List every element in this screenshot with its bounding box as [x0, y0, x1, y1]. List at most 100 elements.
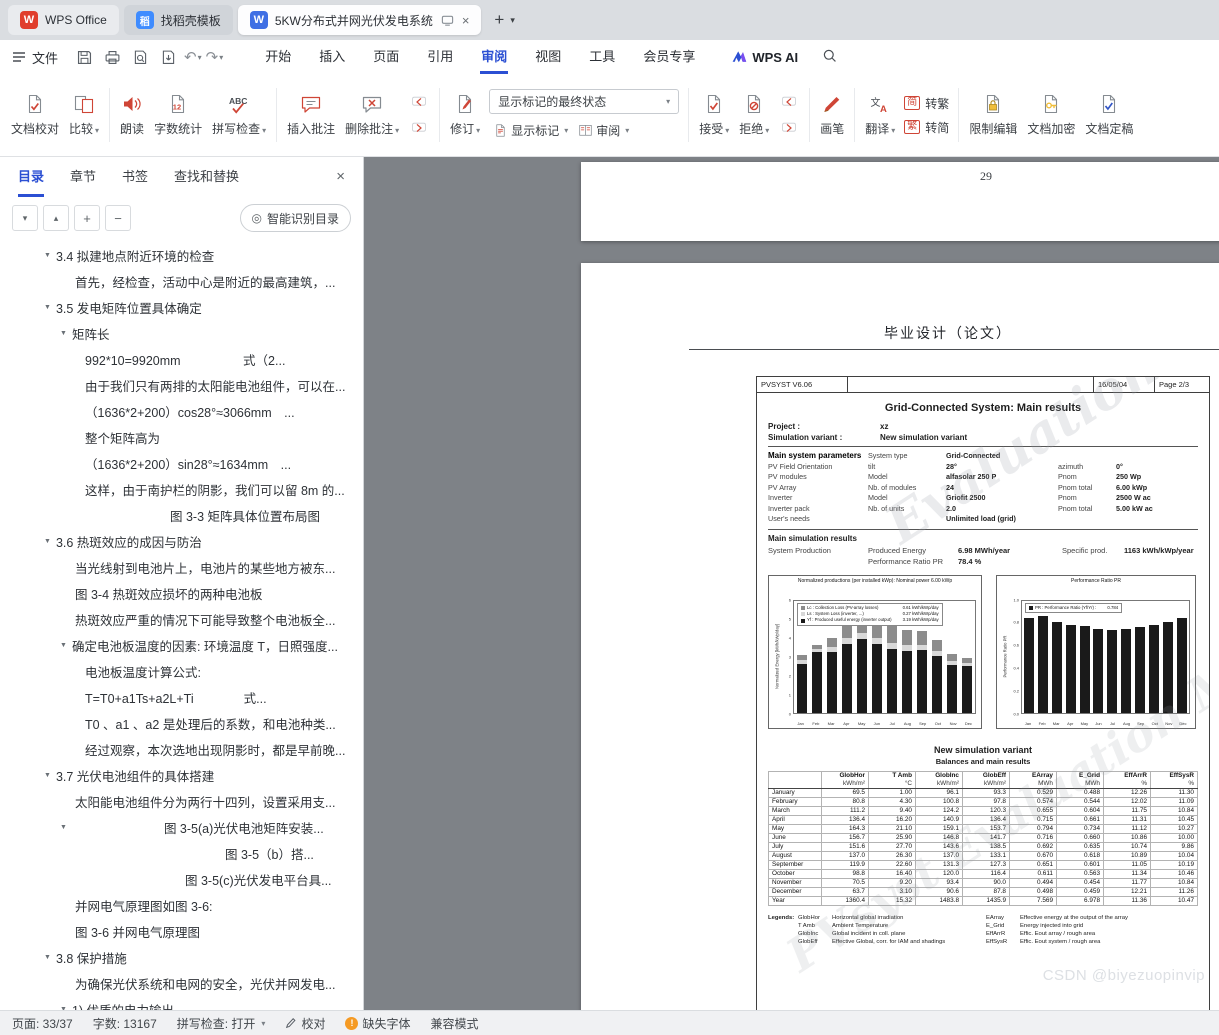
file-menu-button[interactable]: 文件 [12, 48, 58, 67]
toc-item[interactable]: 热斑效应严重的情况下可能导致整个电池板全... [0, 606, 363, 632]
status-compat-mode[interactable]: 兼容模式 [430, 1015, 478, 1032]
menu-tab-工具[interactable]: 工具 [575, 40, 629, 74]
toc-item[interactable]: 图 3-3 矩阵具体位置布局图 [0, 502, 363, 528]
ribbon-button-比较[interactable]: 比较 ▾ [64, 80, 104, 150]
ribbon-button-显示标记[interactable]: 显示标记 ▾ [489, 120, 572, 141]
close-pane-icon[interactable]: × [336, 157, 345, 197]
previous-item-button[interactable] [407, 93, 431, 111]
ribbon-button-转繁[interactable]: 简转繁 [904, 95, 949, 112]
document-page[interactable]: 毕业设计（论文） PVSYST V6.06 16/05/04 Page 2/3 … [581, 263, 1219, 1010]
ribbon-button-删除批注[interactable]: 删除批注 ▾ [340, 80, 404, 150]
print-button[interactable] [99, 45, 125, 69]
ribbon-button-翻译[interactable]: 文 A 翻译 ▾ [860, 80, 900, 150]
document-canvas[interactable]: 29 毕业设计（论文） PVSYST V6.06 16/05/04 Page 2… [364, 157, 1219, 1010]
tab-document[interactable]: W 5KW分布式并网光伏发电系统 × [237, 5, 482, 35]
redo-chevron-icon[interactable]: ▾ [219, 53, 223, 62]
expand-triangle-icon[interactable]: ▼ [44, 772, 51, 779]
toc-item[interactable]: 图 3-5(c)光伏发电平台具... [0, 866, 363, 892]
sidebar-tab-查找和替换[interactable]: 查找和替换 [174, 157, 239, 197]
toc-zoom-out-button[interactable]: − [105, 205, 131, 231]
toc-item[interactable]: 太阳能电池组件分为两行十四列，设置采用支... [0, 788, 363, 814]
status-proofread[interactable]: 校对 [285, 1015, 325, 1032]
markup-state-select[interactable]: 显示标记的最终状态 ▾ [489, 89, 680, 114]
toc-item[interactable]: ▼1) 优质的电力输出 [0, 996, 363, 1011]
undo-button[interactable]: ↶ ▾ [184, 48, 202, 66]
ribbon-button-插入批注[interactable]: 插入批注 [282, 80, 340, 150]
status-page-indicator[interactable]: 页面: 33/37 [12, 1015, 73, 1032]
toc-item[interactable]: 由于我们只有两排的太阳能电池组件，可以在... [0, 372, 363, 398]
sidebar-tab-目录[interactable]: 目录 [18, 157, 45, 197]
tab-docer-templates[interactable]: 稻 找稻壳模板 [123, 5, 233, 35]
status-word-count[interactable]: 字数: 13167 [93, 1015, 157, 1032]
toc-item[interactable]: 为确保光伏系统和电网的安全，光伏并网发电... [0, 970, 363, 996]
toc-zoom-in-button[interactable]: + [74, 205, 100, 231]
ribbon-button-朗读[interactable]: 朗读 [115, 80, 149, 150]
expand-triangle-icon[interactable]: ▼ [60, 330, 67, 337]
toc-item[interactable]: 图 3-5（b）搭... [0, 840, 363, 866]
ribbon-button-拒绝[interactable]: 拒绝 ▾ [734, 80, 774, 150]
toc-expand-all-button[interactable]: ▴ [43, 205, 69, 231]
ribbon-button-拼写检查[interactable]: ABC 拼写检查 ▾ [207, 80, 271, 150]
ribbon-button-限制编辑[interactable]: 限制编辑 [964, 80, 1022, 150]
toc-item[interactable]: 电池板温度计算公式: [0, 658, 363, 684]
save-button[interactable] [71, 45, 97, 69]
menu-tab-页面[interactable]: 页面 [359, 40, 413, 74]
toc-item[interactable]: 这样，由于南护栏的阴影，我们可以留 8m 的... [0, 476, 363, 502]
wps-ai-button[interactable]: WPS AI [731, 49, 798, 65]
ribbon-button-文档加密[interactable]: 文档加密 [1022, 80, 1080, 150]
redo-button[interactable]: ↷ ▾ [206, 48, 224, 66]
next-item-button[interactable] [407, 119, 431, 137]
toc-item[interactable]: 图 3-4 热斑效应损坏的两种电池板 [0, 580, 363, 606]
toc-item[interactable]: 992*10=9920mm 式（2... [0, 346, 363, 372]
toc-item[interactable]: 首先，经检查，活动中心是附近的最高建筑，... [0, 268, 363, 294]
expand-triangle-icon[interactable]: ▼ [44, 304, 51, 311]
print-preview-button[interactable] [127, 45, 153, 69]
toc-item[interactable]: ▼ 3.8 保护措施 [0, 944, 363, 970]
new-tab-button[interactable]: + [494, 10, 504, 30]
export-pdf-button[interactable] [155, 45, 181, 69]
expand-triangle-icon[interactable]: ▼ [44, 538, 51, 545]
toc-item[interactable]: （1636*2+200）sin28°≈1634mm ... [0, 450, 363, 476]
toc-item[interactable]: ▼ 3.5 发电矩阵位置具体确定 [0, 294, 363, 320]
tab-list-chevron-icon[interactable]: ▾ [510, 15, 515, 26]
toc-item[interactable]: ▼ 3.6 热斑效应的成因与防治 [0, 528, 363, 554]
ribbon-button-修订[interactable]: 修订 ▾ [445, 80, 485, 150]
ribbon-button-接受[interactable]: 接受 ▾ [694, 80, 734, 150]
toc-item[interactable]: （1636*2+200）cos28°≈3066mm ... [0, 398, 363, 424]
toc-item[interactable]: ▼ 3.4 拟建地点附近环境的检查 [0, 242, 363, 268]
expand-triangle-icon[interactable]: ▼ [60, 824, 67, 831]
toc-item[interactable]: ▼ 矩阵长 [0, 320, 363, 346]
expand-triangle-icon[interactable]: ▼ [44, 954, 51, 961]
menu-tab-开始[interactable]: 开始 [251, 40, 305, 74]
expand-triangle-icon[interactable]: ▼ [44, 252, 51, 259]
toc-item[interactable]: 图 3-6 并网电气原理图 [0, 918, 363, 944]
toc-item[interactable]: 并网电气原理图如图 3-6: [0, 892, 363, 918]
previous-item-button[interactable] [777, 93, 801, 111]
menu-tab-视图[interactable]: 视图 [521, 40, 575, 74]
toc-item[interactable]: T=T0+a1Ts+a2L+Ti 式... [0, 684, 363, 710]
toc-item[interactable]: 整个矩阵高为 [0, 424, 363, 450]
ribbon-button-文档定稿[interactable]: 文档定稿 [1080, 80, 1138, 150]
toc-item[interactable]: T0 、a1 、a2 是处理后的系数，和电池种类... [0, 710, 363, 736]
toc-item[interactable]: ▼ 图 3-5(a)光伏电池矩阵安装... [0, 814, 363, 840]
ribbon-button-画笔[interactable]: 画笔 [815, 80, 849, 150]
undo-chevron-icon[interactable]: ▾ [198, 53, 202, 62]
smart-toc-button[interactable]: ◎ 智能识别目录 [239, 204, 351, 232]
toc-item[interactable]: 经过观察，本次选地出现阴影时，都是早前晚... [0, 736, 363, 762]
sidebar-tab-章节[interactable]: 章节 [70, 157, 96, 197]
next-item-button[interactable] [777, 119, 801, 137]
menu-tab-会员专享[interactable]: 会员专享 [629, 40, 709, 74]
ribbon-button-审阅[interactable]: 审阅 ▾ [574, 120, 633, 141]
ribbon-button-转简[interactable]: 繁转简 [904, 119, 949, 136]
menu-tab-插入[interactable]: 插入 [305, 40, 359, 74]
tab-wps-office[interactable]: W WPS Office [8, 5, 119, 35]
ribbon-button-字数统计[interactable]: 12 字数统计 [149, 80, 207, 150]
document-page-previous[interactable]: 29 [581, 162, 1219, 241]
toc-item[interactable]: ▼ 确定电池板温度的因素: 环境温度 T，日照强度... [0, 632, 363, 658]
status-missing-font[interactable]: ! 缺失字体 [345, 1015, 410, 1032]
close-tab-icon[interactable]: × [462, 13, 470, 28]
sidebar-tab-书签[interactable]: 书签 [122, 157, 148, 197]
search-icon[interactable] [822, 48, 838, 67]
toc-item[interactable]: 当光线射到电池片上，电池片的某些地方被东... [0, 554, 363, 580]
ribbon-button-文档校对[interactable]: 文档校对 [6, 80, 64, 150]
